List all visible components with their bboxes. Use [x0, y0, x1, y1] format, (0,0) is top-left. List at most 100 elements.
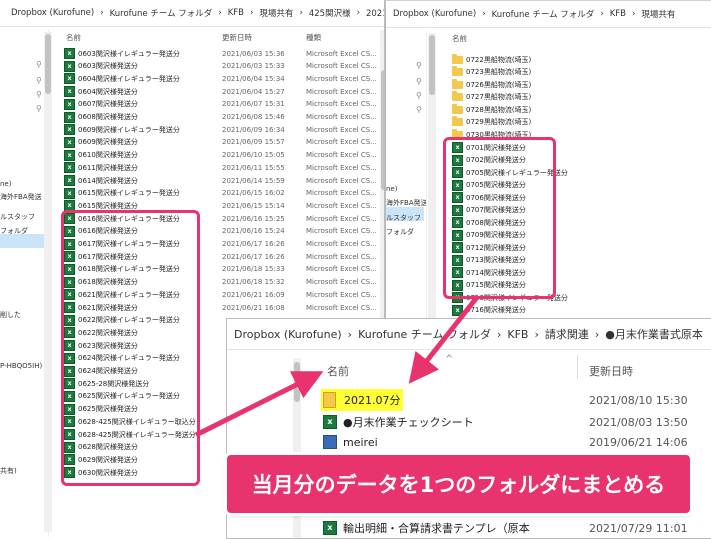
file-name: ●月末作業チェックシート [343, 416, 474, 429]
nav-selected-item[interactable] [0, 234, 44, 248]
nav-item[interactable]: 海外FBA発送 [386, 198, 426, 208]
file-row[interactable]: 2021.07分 2021/08/10 15:30 [323, 391, 703, 409]
nav-item[interactable]: ne) [0, 180, 11, 188]
file-row[interactable]: x 0611関沢様発送分 2021/06/11 15:55 Microsoft Exc… [64, 161, 378, 174]
breadcrumb-separator[interactable]: › [299, 8, 302, 18]
breadcrumb-separator[interactable]: › [497, 328, 501, 341]
breadcrumb-item[interactable]: KFB [610, 9, 626, 19]
nav-item[interactable]: 削した [0, 310, 21, 320]
file-date: 2021/06/15 15:14 [222, 201, 285, 210]
folder-row[interactable]: 0726黒船物流(埼玉) [452, 78, 531, 91]
breadcrumb-separator[interactable]: › [100, 8, 103, 18]
nav-item[interactable]: フォルダ [386, 227, 414, 237]
file-type: Microsoft Excel CS... [306, 189, 377, 198]
file-row[interactable]: meirei 2019/06/21 14:06 [323, 433, 703, 451]
pin-icon: ⚲ [36, 90, 42, 99]
column-header-name[interactable]: 名前 [66, 32, 81, 43]
file-row[interactable]: x 0716関沢様発送分 [452, 304, 526, 317]
folder-row[interactable]: 0727黒船物流(埼玉) [452, 91, 531, 104]
nav-scrollbar[interactable] [428, 33, 436, 321]
instruction-banner: 当月分のデータを1つのフォルダにまとめる [227, 455, 690, 513]
breadcrumb-separator[interactable]: › [632, 9, 635, 19]
column-header-type[interactable]: 種類 [306, 32, 321, 43]
file-name: 0603関沢様イレギュラー発送分 [78, 49, 180, 58]
file-date: 2021/06/21 16:09 [222, 290, 285, 299]
file-row[interactable]: x 0607関沢様発送分 2021/06/07 15:31 Microsoft Exc… [64, 98, 378, 111]
file-type: Microsoft Excel CS... [306, 278, 377, 287]
file-row[interactable]: x 0603関沢様発送分 2021/06/03 15:33 Microsoft Exc… [64, 60, 378, 73]
file-name: 0611関沢様発送分 [78, 163, 138, 172]
file-row[interactable]: x ●月末作業チェックシート 2021/08/03 13:50 [323, 413, 703, 431]
breadcrumb-item[interactable]: KFB [507, 328, 528, 341]
nav-scrollbar[interactable] [44, 32, 52, 532]
file-type: Microsoft Excel CS... [306, 87, 377, 96]
breadcrumb-item[interactable]: Dropbox (Kurofune) [11, 8, 94, 18]
breadcrumb-separator[interactable]: › [250, 8, 253, 18]
file-row[interactable]: x 0604関沢様イレギュラー発送分 2021/06/04 15:34 Microso… [64, 72, 378, 85]
breadcrumb-separator[interactable]: › [600, 9, 603, 19]
file-type: Microsoft Excel CS... [306, 214, 377, 223]
breadcrumb-item[interactable]: ●月末作業書式原本 [605, 326, 703, 342]
file-type: Microsoft Excel CS... [306, 100, 377, 109]
breadcrumb-item[interactable]: KFB [228, 8, 244, 18]
nav-item[interactable]: 共有) [0, 466, 17, 476]
file-date: 2021/06/16 15:25 [222, 214, 285, 223]
breadcrumb-item[interactable]: Dropbox (Kurofune) [234, 328, 342, 341]
column-header-date[interactable]: 更新日時 [222, 32, 252, 43]
file-type: Microsoft Excel CS... [306, 176, 377, 185]
breadcrumb[interactable]: Dropbox (Kurofune) › Kurofune チーム フォルダ › KFB… [227, 319, 711, 350]
breadcrumb-separator[interactable]: › [348, 328, 352, 341]
breadcrumb-item[interactable]: Kurofune チーム フォルダ [492, 8, 595, 20]
folder-row[interactable]: 0728黒船物流(埼玉) [452, 103, 531, 116]
file-date: 2021/06/11 15:55 [222, 163, 285, 172]
nav-item[interactable]: ルスタッフ [386, 213, 421, 223]
breadcrumb-item[interactable]: 現場共有 [641, 8, 675, 20]
column-header-date[interactable]: 更新日時 [589, 363, 633, 379]
breadcrumb-separator[interactable]: › [218, 8, 221, 18]
nav-item[interactable]: P-HBQO5IH) [0, 362, 42, 370]
folder-row[interactable]: 0722黒船物流(埼玉) [452, 53, 531, 66]
excel-file-icon: x [323, 415, 337, 429]
folder-row[interactable]: 0729黒船物流(埼玉) [452, 116, 531, 129]
file-row[interactable]: x 0609関沢様発送分 2021/06/09 15:57 Microsoft Exc… [64, 136, 378, 149]
file-name: 0615関沢様イレギュラー発送分 [78, 189, 180, 198]
breadcrumb-item[interactable]: 425関沢様 [309, 7, 351, 19]
breadcrumb-separator[interactable]: › [595, 328, 599, 341]
file-row[interactable]: x 0604関沢様発送分 2021/06/04 15:27 Microsoft Exc… [64, 85, 378, 98]
breadcrumb-separator[interactable]: › [357, 8, 360, 18]
file-row[interactable]: x 0603関沢様イレギュラー発送分 2021/06/03 15:36 Microso… [64, 47, 378, 60]
excel-file-icon: x [64, 124, 75, 136]
breadcrumb-separator[interactable]: › [482, 9, 485, 19]
file-date: 2021/06/14 15:59 [222, 176, 285, 185]
file-row[interactable]: x 0608関沢様発送分 2021/06/08 15:46 Microsoft Exc… [64, 111, 378, 124]
file-row[interactable]: x 0614関沢様発送分 2021/06/14 15:59 Microsoft Exc… [64, 174, 378, 187]
breadcrumb[interactable]: Dropbox (Kurofune) › Kurofune チーム フォルダ › KFB… [386, 1, 711, 28]
highlight-july-files [443, 137, 556, 299]
nav-item[interactable]: ルスタッフ [0, 212, 35, 222]
file-row[interactable]: x 0615関沢様イレギュラー発送分 2021/06/15 16:02 Microso… [64, 187, 378, 200]
file-date: 2021/06/16 15:24 [222, 227, 285, 236]
column-header-name[interactable]: 名前 [327, 363, 349, 379]
nav-item[interactable]: ne) [386, 185, 397, 193]
column-header-name[interactable]: 名前 [452, 33, 467, 44]
excel-file-icon: x [64, 162, 75, 174]
breadcrumb-item[interactable]: 現場共有 [259, 7, 293, 19]
file-date: 2021/06/21 16:08 [222, 303, 285, 312]
file-name: 輸出明細・合算請求書テンプレ（原本 [343, 522, 530, 535]
breadcrumb-item[interactable]: 請求関連 [545, 326, 589, 342]
breadcrumb-separator[interactable]: › [534, 328, 538, 341]
breadcrumb-item[interactable]: Kurofune チーム フォルダ [110, 7, 213, 19]
file-row[interactable]: x 0609関沢様イレギュラー発送分 2021/06/09 16:34 Microso… [64, 123, 378, 136]
breadcrumb-item[interactable]: Kurofune チーム フォルダ [358, 326, 491, 342]
excel-file-icon: x [64, 136, 75, 148]
file-name: 0609関沢様発送分 [78, 138, 138, 147]
file-row[interactable]: x 0610関沢様発送分 2021/06/10 15:05 Microsoft Exc… [64, 149, 378, 162]
breadcrumb[interactable]: Dropbox (Kurofune) › Kurofune チーム フォルダ › KFB… [0, 0, 390, 27]
nav-item[interactable]: 海外FBA発送 [0, 192, 42, 202]
breadcrumb-item[interactable]: Dropbox (Kurofune) [393, 9, 476, 19]
folder-row[interactable]: 0723黒船物流(埼玉) [452, 66, 531, 79]
file-date: 2021/07/29 11:01 [589, 521, 688, 535]
file-date: 2021/06/18 15:32 [222, 278, 285, 287]
nav-item[interactable]: フォルダ [0, 226, 28, 236]
file-row[interactable]: x 輸出明細・合算請求書テンプレ（原本 2021/07/29 11:01 [323, 519, 703, 537]
